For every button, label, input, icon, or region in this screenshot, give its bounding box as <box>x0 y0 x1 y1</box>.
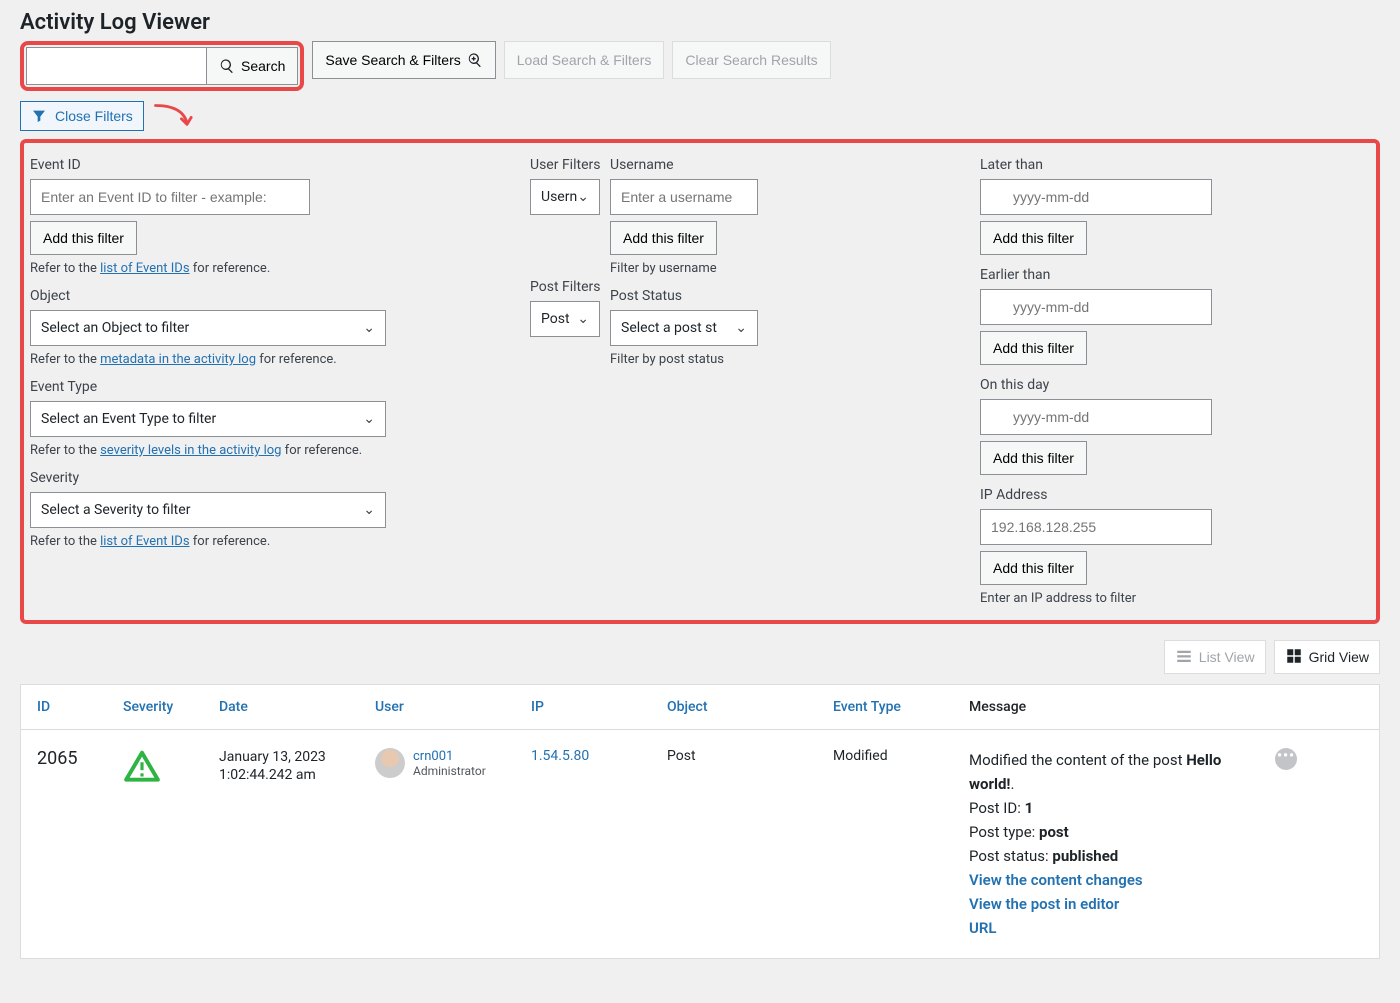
save-search-button[interactable]: Save Search & Filters <box>312 41 495 79</box>
event-id-input[interactable] <box>30 179 310 215</box>
grid-icon <box>1285 647 1303 668</box>
username-input[interactable] <box>610 179 758 215</box>
later-than-input[interactable] <box>980 179 1212 215</box>
chevron-down-icon: ⌄ <box>577 311 589 327</box>
search-plus-icon <box>467 52 483 68</box>
object-label: Object <box>30 288 530 304</box>
grid-view-button[interactable]: Grid View <box>1274 640 1380 674</box>
add-ip-filter[interactable]: Add this filter <box>980 551 1087 585</box>
list-view-button[interactable]: List View <box>1164 640 1266 674</box>
chevron-down-icon: ⌄ <box>363 411 375 427</box>
col-user[interactable]: User <box>375 699 525 715</box>
post-filters-label: Post Filters <box>530 279 610 295</box>
event-type-select[interactable]: Select an Event Type to filter⌄ <box>30 401 386 437</box>
col-date[interactable]: Date <box>219 699 369 715</box>
user-name-link[interactable]: crn001 <box>413 749 486 764</box>
col-severity[interactable]: Severity <box>123 699 213 715</box>
event-id-help: Refer to the list of Event IDs for refer… <box>30 261 530 276</box>
view-content-changes-link[interactable]: View the content changes <box>969 871 1143 889</box>
severity-warning-icon <box>123 748 213 790</box>
severity-select[interactable]: Select a Severity to filter⌄ <box>30 492 386 528</box>
col-ip[interactable]: IP <box>531 699 661 715</box>
severity-levels-link[interactable]: severity levels in the activity log <box>100 443 281 458</box>
event-ids-link[interactable]: list of Event IDs <box>100 261 189 276</box>
username-help: Filter by username <box>610 261 980 276</box>
search-button-label: Search <box>241 58 285 74</box>
row-ip-link[interactable]: 1.54.5.80 <box>531 748 661 764</box>
add-event-id-filter[interactable]: Add this filter <box>30 221 137 255</box>
post-filters-select[interactable]: Post⌄ <box>530 301 600 337</box>
event-id-label: Event ID <box>30 157 530 173</box>
load-search-button[interactable]: Load Search & Filters <box>504 41 665 79</box>
col-id[interactable]: ID <box>37 699 117 715</box>
search-highlight: Search <box>20 41 304 91</box>
view-toggle: List View Grid View <box>20 640 1380 674</box>
load-search-label: Load Search & Filters <box>517 52 652 68</box>
on-this-day-label: On this day <box>980 377 1240 393</box>
add-username-filter[interactable]: Add this filter <box>610 221 717 255</box>
chevron-down-icon: ⌄ <box>577 189 589 205</box>
table-header: ID Severity Date User IP Object Event Ty… <box>21 685 1379 730</box>
object-select[interactable]: Select an Object to filter⌄ <box>30 310 386 346</box>
post-status-label: Post Status <box>610 288 980 304</box>
add-earlier-than-filter[interactable]: Add this filter <box>980 331 1087 365</box>
object-help: Refer to the metadata in the activity lo… <box>30 352 530 367</box>
user-filters-label: User Filters <box>530 157 610 173</box>
row-date: January 13, 2023 1:02:44.242 am <box>219 748 369 784</box>
clear-search-button[interactable]: Clear Search Results <box>672 41 830 79</box>
search-input[interactable] <box>26 47 206 85</box>
search-button[interactable]: Search <box>206 47 298 85</box>
event-type-help: Refer to the severity levels in the acti… <box>30 443 530 458</box>
filters-panel: Event ID Add this filter Refer to the li… <box>20 139 1380 624</box>
username-label: Username <box>610 157 980 173</box>
row-user: crn001 Administrator <box>375 748 525 778</box>
user-role: Administrator <box>413 764 486 778</box>
add-later-than-filter[interactable]: Add this filter <box>980 221 1087 255</box>
ip-input[interactable] <box>980 509 1212 545</box>
on-this-day-input[interactable] <box>980 399 1212 435</box>
severity-help: Refer to the list of Event IDs for refer… <box>30 534 530 549</box>
user-filters-select[interactable]: Usern⌄ <box>530 179 600 215</box>
metadata-link[interactable]: metadata in the activity log <box>100 352 256 367</box>
page-title: Activity Log Viewer <box>20 10 1380 35</box>
clear-search-label: Clear Search Results <box>685 52 817 68</box>
col-object[interactable]: Object <box>667 699 827 715</box>
close-filters-button[interactable]: Close Filters <box>20 101 144 131</box>
event-ids-link-2[interactable]: list of Event IDs <box>100 534 189 549</box>
row-event-type: Modified <box>833 748 963 764</box>
ip-help: Enter an IP address to filter <box>980 591 1240 606</box>
chevron-down-icon: ⌄ <box>363 320 375 336</box>
earlier-than-label: Earlier than <box>980 267 1240 283</box>
url-link[interactable]: URL <box>969 919 997 937</box>
row-object: Post <box>667 748 827 764</box>
table-row: 2065 January 13, 2023 1:02:44.242 am crn… <box>21 730 1379 958</box>
severity-label: Severity <box>30 470 530 486</box>
row-message: Modified the content of the post Hello w… <box>969 748 1269 940</box>
toolbar: Search Save Search & Filters Load Search… <box>20 41 1380 91</box>
row-actions-button[interactable]: ••• <box>1275 748 1297 770</box>
search-icon <box>219 58 235 74</box>
list-icon <box>1175 647 1193 668</box>
col-event-type[interactable]: Event Type <box>833 699 963 715</box>
chevron-down-icon: ⌄ <box>735 320 747 336</box>
annotation-arrow-icon <box>152 101 194 131</box>
add-on-this-day-filter[interactable]: Add this filter <box>980 441 1087 475</box>
save-search-label: Save Search & Filters <box>325 52 460 68</box>
later-than-label: Later than <box>980 157 1240 173</box>
log-table: ID Severity Date User IP Object Event Ty… <box>20 684 1380 959</box>
funnel-icon <box>31 108 47 124</box>
ip-label: IP Address <box>980 487 1240 503</box>
close-filters-label: Close Filters <box>55 108 133 124</box>
row-id: 2065 <box>37 748 117 769</box>
avatar <box>375 748 405 778</box>
post-status-help: Filter by post status <box>610 352 980 367</box>
earlier-than-input[interactable] <box>980 289 1212 325</box>
view-post-editor-link[interactable]: View the post in editor <box>969 895 1119 913</box>
chevron-down-icon: ⌄ <box>363 502 375 518</box>
post-status-select[interactable]: Select a post st⌄ <box>610 310 758 346</box>
col-message: Message <box>969 699 1269 715</box>
event-type-label: Event Type <box>30 379 530 395</box>
